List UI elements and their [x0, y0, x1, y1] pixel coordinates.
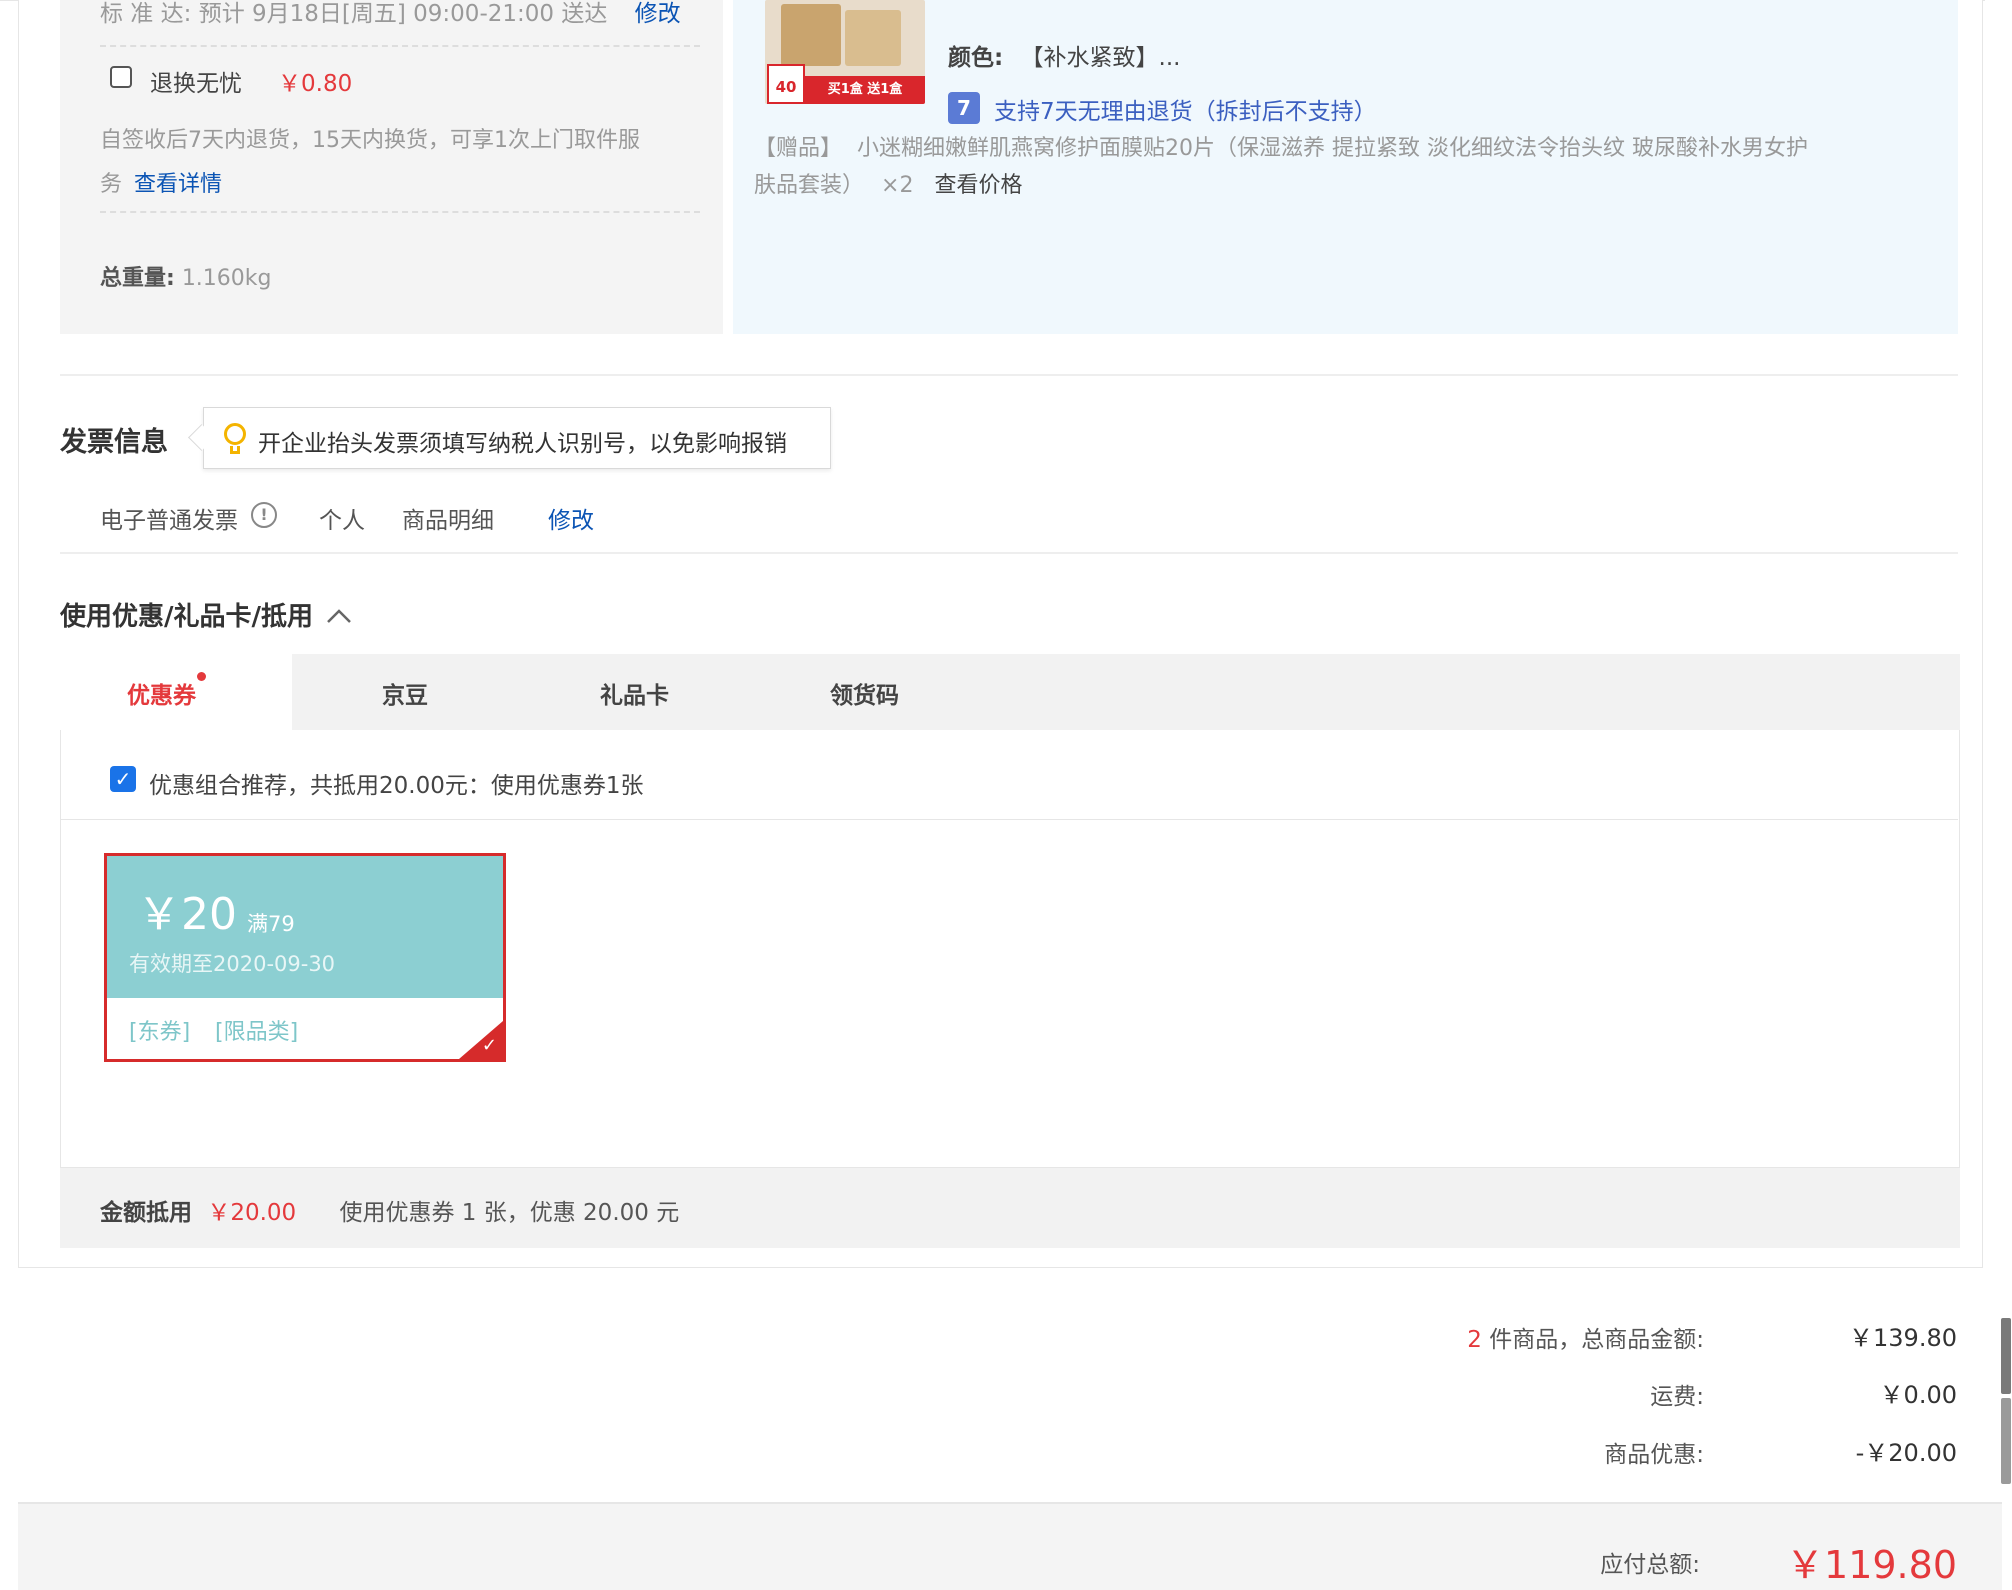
gift-name-cont: 肤品套装）: [754, 173, 865, 198]
gift-row-cont: 肤品套装） ×2 查看价格: [754, 167, 1022, 199]
lightbulb-icon: [224, 423, 246, 445]
gift-name: 小迷糊细嫩鲜肌燕窝修护面膜贴20片（保湿滋养 提拉紧致 淡化细纹法令抬头纹 玻尿…: [857, 136, 1808, 161]
seven-day-return-icon: 7: [948, 92, 980, 124]
return-service-checkbox[interactable]: [110, 66, 132, 88]
divider: [100, 211, 700, 213]
divider: [100, 45, 700, 47]
return-service-price: ￥0.80: [278, 71, 353, 97]
gift-price-link[interactable]: 查看价格: [934, 173, 1022, 198]
summary-amount: ￥20.00: [207, 1200, 297, 1226]
payable-bar: [18, 1502, 2002, 1590]
payable-amount: ￥119.80: [1786, 1543, 1957, 1587]
tab-jingdou[interactable]: 京豆: [382, 676, 428, 710]
weight-value: 1.160kg: [181, 266, 272, 291]
panel-divider: [60, 819, 1958, 820]
scrollbar-track-segment[interactable]: [2001, 1398, 2011, 1484]
tab-coupon[interactable]: 优惠券: [127, 672, 206, 710]
return-details-link[interactable]: 查看详情: [134, 166, 222, 198]
items-total-label-row: 2 件商品，总商品金额:: [1467, 1320, 1704, 1354]
discount-title: 使用优惠/礼品卡/抵用: [60, 602, 313, 632]
invoice-type: 电子普通发票: [100, 508, 238, 534]
tab-gift-card[interactable]: 礼品卡: [600, 676, 669, 710]
shipping-label: 运费:: [1650, 1384, 1704, 1410]
return-policy-text: 支持7天无理由退货（拆封后不支持）: [994, 99, 1377, 125]
product-promo-banner: 买1盒 送1盒: [805, 76, 925, 104]
items-total-amount: ￥139.80: [1849, 1324, 1957, 1352]
invoice-edit-link[interactable]: 修改: [548, 501, 594, 535]
recommend-text: 优惠组合推荐，共抵用20.00元：使用优惠券1张: [149, 773, 644, 799]
coupon-validity: 有效期至2020-09-30: [129, 952, 336, 976]
discount-tabs: [60, 654, 1960, 730]
return-service-label: 退换无忧: [150, 71, 242, 97]
section-divider: [60, 552, 1958, 554]
product-bag-shape: [781, 4, 841, 66]
product-price-tag: 40: [767, 64, 805, 104]
items-total-label: 件商品，总商品金额:: [1489, 1327, 1704, 1353]
gift-qty: ×2: [881, 173, 914, 198]
payable-label: 应付总额:: [1600, 1552, 1700, 1578]
return-service-desc-cont: 务: [100, 172, 123, 197]
item-count: 2: [1467, 1327, 1482, 1353]
product-bag-shape: [845, 10, 901, 66]
section-divider: [60, 374, 1958, 376]
coupon-amount: ￥20: [137, 889, 237, 940]
invoice-title: 发票信息: [60, 427, 168, 458]
color-value: 【补水紧致】...: [1020, 45, 1181, 71]
shipping-amount: ￥0.00: [1879, 1381, 1957, 1409]
chevron-up-icon[interactable]: [326, 607, 352, 625]
return-service-desc: 自签收后7天内退货，15天内换货，可享1次上门取件服: [100, 128, 640, 153]
discount-summary: 金额抵用 ￥20.00 使用优惠券 1 张，优惠 20.00 元: [100, 1193, 679, 1227]
goods-discount-label: 商品优惠:: [1604, 1442, 1704, 1468]
check-icon: ✓: [481, 1035, 497, 1056]
invoice-content: 商品明细: [402, 508, 494, 534]
coupon-card[interactable]: ￥20 满79 有效期至2020-09-30 [东券] [限品类] ✓: [104, 853, 506, 1062]
gift-row: 【赠品】 小迷糊细嫩鲜肌燕窝修护面膜贴20片（保湿滋养 提拉紧致 淡化细纹法令抬…: [754, 130, 1808, 162]
tab-pickup-code[interactable]: 领货码: [830, 676, 899, 710]
color-label: 颜色:: [948, 45, 1004, 71]
delivery-edit-link[interactable]: 修改: [635, 1, 681, 27]
coupon-threshold: 满79: [247, 912, 295, 936]
coupon-face: ￥20 满79 有效期至2020-09-30: [107, 856, 503, 998]
lightbulb-icon-base: [230, 446, 240, 454]
discount-header[interactable]: 使用优惠/礼品卡/抵用: [60, 596, 352, 633]
gift-label: 【赠品】: [754, 136, 843, 161]
product-image[interactable]: 40 买1盒 送1盒: [765, 0, 925, 104]
summary-label: 金额抵用: [100, 1200, 192, 1226]
coupon-tag-jd: [东券]: [129, 1020, 191, 1045]
weight-row: 总重量: 1.160kg: [100, 260, 272, 292]
new-dot-badge: [197, 672, 206, 681]
delivery-time: 预计 9月18日[周五] 09:00-21:00 送达: [198, 1, 608, 27]
recommend-checkbox[interactable]: ✓: [110, 766, 136, 792]
scrollbar-thumb[interactable]: [2001, 1318, 2011, 1394]
color-row: 颜色: 【补水紧致】...: [948, 38, 1180, 72]
tab-coupon-label: 优惠券: [127, 683, 196, 709]
invoice-title-type: 个人: [319, 508, 365, 534]
goods-discount-amount: -￥20.00: [1855, 1439, 1957, 1467]
info-icon[interactable]: !: [251, 502, 277, 528]
coupon-tag-limited: [限品类]: [215, 1020, 299, 1045]
invoice-tip-text: 开企业抬头发票须填写纳税人识别号，以免影响报销: [258, 431, 787, 457]
delivery-row: 标 准 达: 预计 9月18日[周五] 09:00-21:00 送达 修改: [100, 0, 681, 28]
weight-label: 总重量:: [100, 266, 175, 291]
summary-desc: 使用优惠券 1 张，优惠 20.00 元: [339, 1200, 680, 1226]
delivery-label: 标 准 达:: [100, 1, 192, 27]
